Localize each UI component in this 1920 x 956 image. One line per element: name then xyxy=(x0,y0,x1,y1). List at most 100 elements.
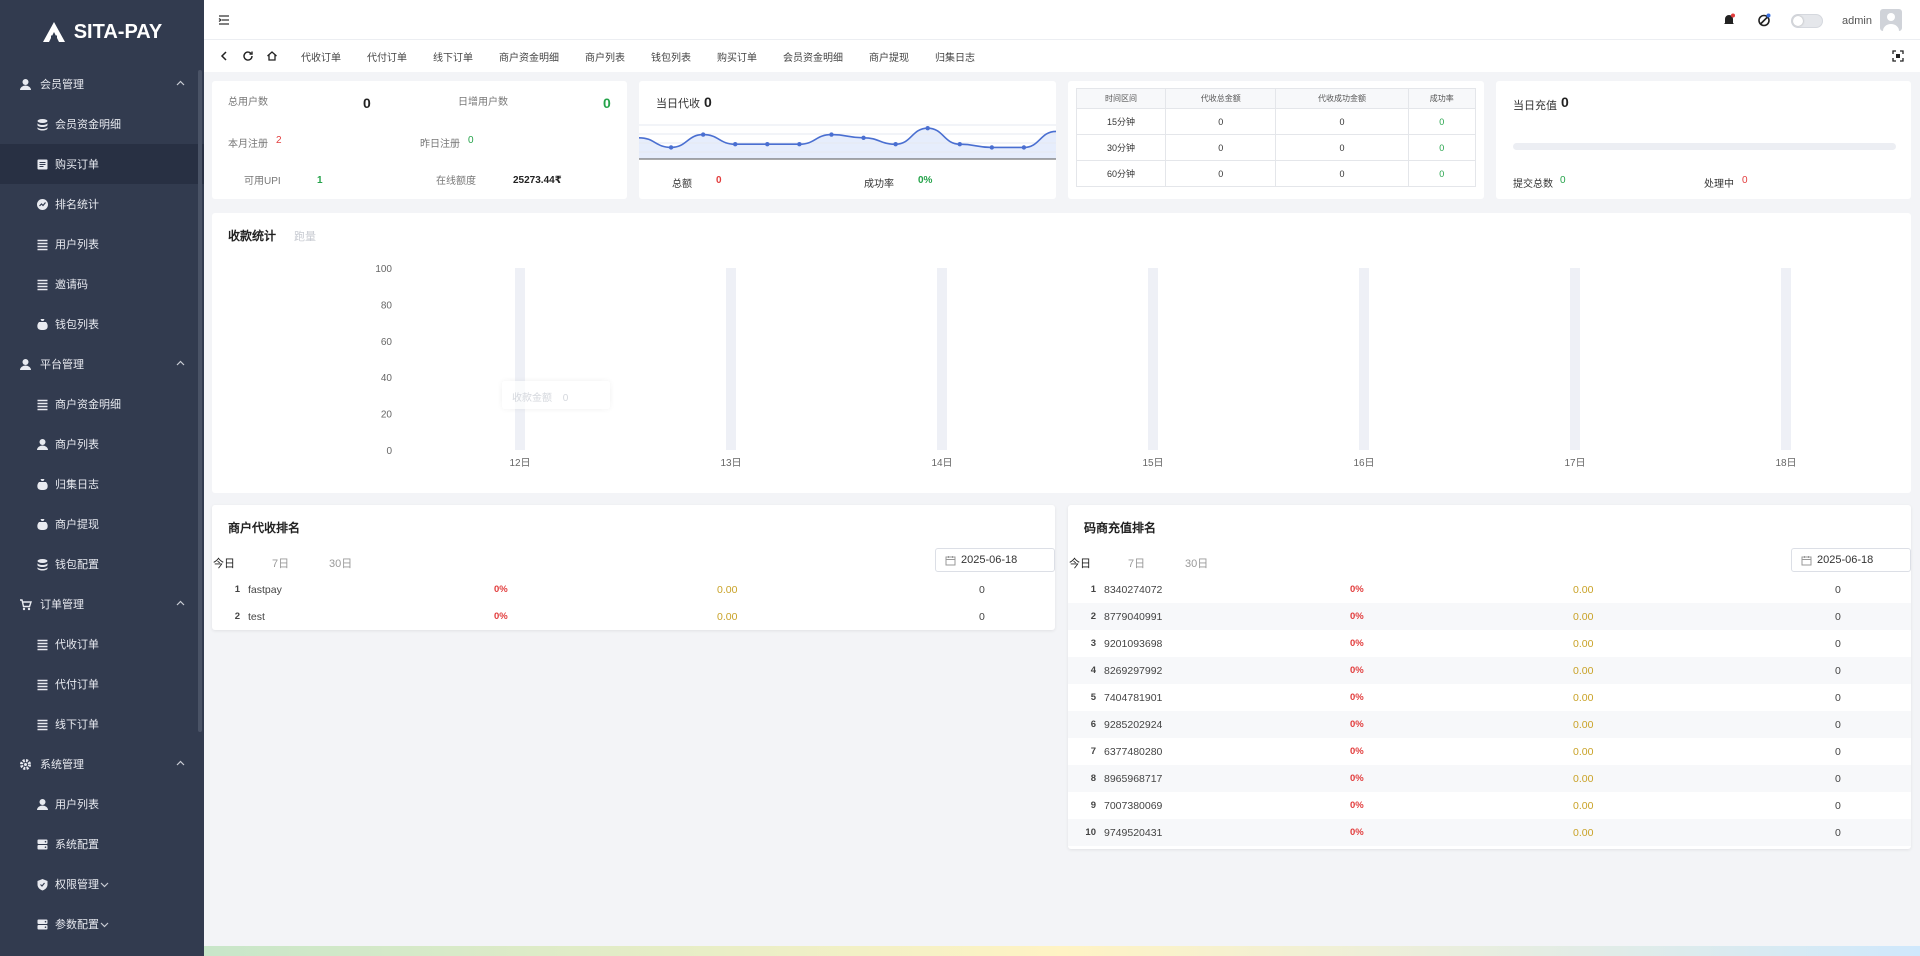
rank-row: 10 9749520431 0% 0.00 0 xyxy=(1068,819,1911,846)
sidebar-group[interactable]: 订单管理 xyxy=(0,584,204,624)
sidebar-item-label: 会员资金明细 xyxy=(55,119,121,131)
tab-item[interactable]: 代收订单 xyxy=(288,49,354,64)
sidebar-item[interactable]: 钱包配置 xyxy=(0,544,204,584)
tooltip-label: 收款金额 xyxy=(512,393,552,404)
rank-row: 2 8779040991 0% 0.00 0 xyxy=(1068,603,1911,630)
sparkline-point xyxy=(765,142,770,147)
bar-background xyxy=(515,268,525,450)
sidebar-item[interactable]: 商户提现 xyxy=(0,504,204,544)
sparkline-point xyxy=(797,142,802,147)
success-rate-value: 0% xyxy=(918,175,933,186)
rank-count: 0 xyxy=(1835,638,1841,650)
merchant-date-picker[interactable]: 2025-06-18 xyxy=(935,548,1055,572)
tab-item[interactable]: 商户资金明细 xyxy=(486,49,572,64)
chevron-down-icon xyxy=(100,882,109,887)
tab-item[interactable]: 归集日志 xyxy=(922,49,988,64)
code-filter-7d[interactable]: 7日 xyxy=(1128,555,1145,571)
refresh-icon[interactable] xyxy=(242,50,254,62)
merchant-filter-7d[interactable]: 7日 xyxy=(272,555,289,571)
rank-percent: 0% xyxy=(1350,638,1364,649)
volume-tab[interactable]: 跑量 xyxy=(294,228,316,244)
today-recharge-card: 当日充值 0 提交总数 0 处理中 0 xyxy=(1496,81,1911,199)
list-icon xyxy=(36,678,49,691)
sidebar-item-label: 商户提现 xyxy=(55,519,99,531)
merchant-filter-30d[interactable]: 30日 xyxy=(329,555,352,571)
sidebar-item-label: 购买订单 xyxy=(55,159,99,171)
menu-collapse-icon[interactable] xyxy=(218,14,230,26)
tab-item[interactable]: 会员资金明细 xyxy=(770,49,856,64)
tab-item[interactable]: 线下订单 xyxy=(420,49,486,64)
rank-name: 8340274072 xyxy=(1104,584,1163,596)
sidebar-item[interactable]: 系统配置 xyxy=(0,824,204,864)
brand-name: SITA-PAY xyxy=(73,20,163,43)
fullscreen-icon[interactable] xyxy=(1892,50,1904,62)
user-icon xyxy=(18,77,32,91)
sidebar-item[interactable]: 用户列表 xyxy=(0,224,204,264)
sidebar-scrollbar[interactable] xyxy=(198,70,202,732)
rank-count: 0 xyxy=(1835,611,1841,623)
list-icon xyxy=(36,278,49,291)
code-filter-today[interactable]: 今日 xyxy=(1069,555,1091,571)
rank-row: 7 6377480280 0% 0.00 0 xyxy=(1068,738,1911,765)
sidebar-item[interactable]: 参数配置 xyxy=(0,904,204,944)
rank-amount: 0.00 xyxy=(1573,665,1594,677)
merchant-rank-list: 1 fastpay 0% 0.00 0 2 test 0% 0.00 0 xyxy=(212,576,1055,630)
merchant-rank-title: 商户代收排名 xyxy=(228,521,301,535)
list-icon xyxy=(36,398,49,411)
rank-row: 6 9285202924 0% 0.00 0 xyxy=(1068,711,1911,738)
sidebar-group[interactable]: 平台管理 xyxy=(0,344,204,384)
chevron-up-icon xyxy=(176,80,185,86)
sidebar-item[interactable]: 代付订单 xyxy=(0,664,204,704)
merchant-filter-today[interactable]: 今日 xyxy=(213,555,235,571)
code-filter-30d[interactable]: 30日 xyxy=(1185,555,1208,571)
tab-item[interactable]: 商户提现 xyxy=(856,49,922,64)
server-icon xyxy=(36,838,49,851)
rank-amount: 0.00 xyxy=(1573,692,1594,704)
tab-item[interactable]: 代付订单 xyxy=(354,49,420,64)
sidebar-group[interactable]: 系统管理 xyxy=(0,744,204,784)
collection-stats-title[interactable]: 收款统计 xyxy=(228,227,276,244)
y-tick-label: 80 xyxy=(381,300,393,311)
y-tick-label: 100 xyxy=(375,264,392,275)
sidebar-item[interactable]: 购买订单 xyxy=(0,144,204,184)
tab-item[interactable]: 购买订单 xyxy=(704,49,770,64)
sidebar-item[interactable]: 用户列表 xyxy=(0,784,204,824)
avatar[interactable] xyxy=(1880,9,1902,31)
code-date-picker[interactable]: 2025-06-18 xyxy=(1791,548,1911,572)
sidebar-item[interactable]: 邀请码 xyxy=(0,264,204,304)
sidebar-item[interactable]: 钱包列表 xyxy=(0,304,204,344)
sidebar-group[interactable]: 会员管理 xyxy=(0,64,204,104)
tab-item[interactable]: 钱包列表 xyxy=(638,49,704,64)
sidebar-item[interactable]: 商户列表 xyxy=(0,424,204,464)
today-collect-sparkline xyxy=(639,124,1056,160)
rank-amount: 0.00 xyxy=(1573,827,1594,839)
rank-number: 1 xyxy=(1090,584,1096,595)
notification-bell-icon[interactable] xyxy=(1722,13,1736,27)
total-label: 总额 xyxy=(672,179,692,190)
sidebar-item[interactable]: 商户资金明细 xyxy=(0,384,204,424)
sidebar-item[interactable]: 归集日志 xyxy=(0,464,204,504)
table-cell: 0 xyxy=(1164,108,1277,135)
rank-count: 0 xyxy=(1835,746,1841,758)
sidebar-item[interactable]: 代收订单 xyxy=(0,624,204,664)
brand-logo[interactable]: SITA-PAY xyxy=(0,0,204,64)
username[interactable]: admin xyxy=(1842,15,1872,27)
sidebar-item[interactable]: 线下订单 xyxy=(0,704,204,744)
sidebar-item-label: 用户列表 xyxy=(55,799,99,811)
sidebar-item[interactable]: 排名统计 xyxy=(0,184,204,224)
sidebar-item[interactable]: 权限管理 xyxy=(0,864,204,904)
ban-status-icon[interactable] xyxy=(1757,13,1771,27)
sidebar-item[interactable]: 会员资金明细 xyxy=(0,104,204,144)
code-rank-title: 码商充值排名 xyxy=(1084,521,1157,535)
sidebar-item-label: 归集日志 xyxy=(55,479,99,491)
rank-name: 9285202924 xyxy=(1104,719,1163,731)
theme-toggle[interactable] xyxy=(1791,14,1823,28)
total-users-label: 总用户数 xyxy=(228,97,268,108)
x-tick-label: 14日 xyxy=(931,458,952,469)
tab-back-icon[interactable] xyxy=(218,50,230,62)
sparkline-area xyxy=(639,128,1056,159)
tab-item[interactable]: 商户列表 xyxy=(572,49,638,64)
rank-row: 9 7007380069 0% 0.00 0 xyxy=(1068,792,1911,819)
home-icon[interactable] xyxy=(266,50,278,62)
y-tick-label: 60 xyxy=(381,337,393,348)
